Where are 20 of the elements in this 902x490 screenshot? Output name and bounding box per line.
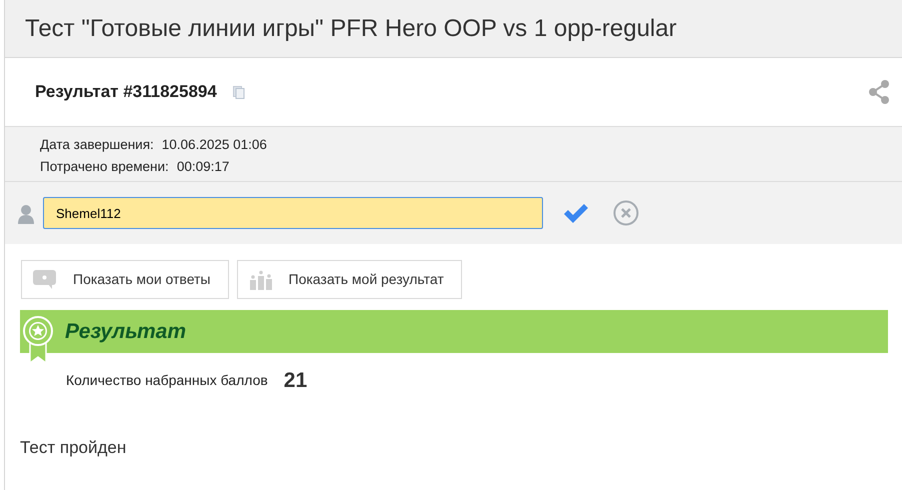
- page-title: Тест "Готовые линии игры" PFR Hero OOP vs 1 opp-regular: [25, 16, 677, 40]
- score-value: 21: [284, 368, 308, 394]
- info-value: 00:09:17: [176, 158, 230, 176]
- result-heading: Результат #311825894: [35, 81, 217, 104]
- info-label: Потрачено времени:: [40, 158, 169, 176]
- info-value: 10.06.2025 01:06: [162, 136, 267, 154]
- action-button[interactable]: Показать мои ответы: [21, 260, 228, 299]
- cancel-icon[interactable]: [613, 200, 639, 226]
- action-button[interactable]: Показать мой результат: [236, 260, 462, 299]
- speech-bubble-icon: [33, 270, 57, 290]
- info-label: Дата завершения:: [40, 136, 154, 154]
- podium-icon: [248, 270, 272, 290]
- share-icon[interactable]: [868, 79, 890, 105]
- copy-icon[interactable]: [232, 86, 245, 100]
- status-text: Тест пройден: [20, 436, 128, 458]
- check-icon[interactable]: [563, 202, 589, 224]
- user-icon: [17, 204, 35, 224]
- score-label: Количество набранных баллов: [66, 371, 268, 390]
- banner-title: Результат: [65, 318, 186, 345]
- name-field[interactable]: Shemel112: [43, 197, 543, 229]
